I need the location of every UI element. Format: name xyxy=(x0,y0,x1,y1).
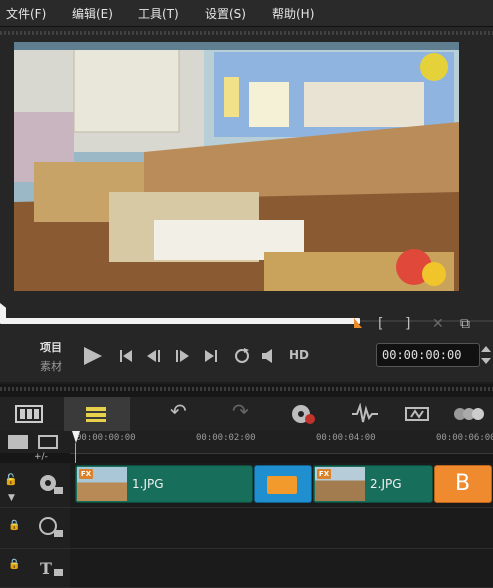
clip-label: 2.JPG xyxy=(370,477,402,491)
go-start-icon xyxy=(120,350,132,362)
timecode-stepper[interactable] xyxy=(480,343,492,367)
overlay-track-header: 🔒 xyxy=(0,508,70,549)
title-track-icon[interactable]: T xyxy=(38,557,66,579)
overlay-track[interactable] xyxy=(70,508,493,549)
video-track-header: 🔓 ▼ xyxy=(0,463,70,508)
auto-music-icon[interactable] xyxy=(403,403,431,425)
timecode-value: 00:00:00:00 xyxy=(382,348,462,362)
undo-icon[interactable]: ↶ xyxy=(170,401,187,421)
repeat-icon xyxy=(235,348,249,363)
clip-label: 1.JPG xyxy=(132,477,164,491)
timeline-icon xyxy=(86,407,106,422)
go-end-icon xyxy=(205,350,217,362)
zoom-toggle[interactable]: +/- xyxy=(34,452,48,462)
transition-clip[interactable] xyxy=(254,465,312,503)
menu-bar: 文件(F) 编辑(E) 工具(T) 设置(S) 帮助(H) xyxy=(0,0,493,27)
prev-frame-icon xyxy=(147,350,160,362)
timeline-view-button[interactable] xyxy=(64,397,130,431)
ruler-tick: 00:00:00:00 xyxy=(76,433,136,443)
mode-clip[interactable]: 素材 xyxy=(40,358,62,374)
classroom-image xyxy=(14,42,459,291)
menu-edit[interactable]: 编辑(E) xyxy=(72,5,113,22)
menu-help[interactable]: 帮助(H) xyxy=(272,5,314,22)
panel-grip[interactable] xyxy=(0,31,493,35)
chevron-down-icon[interactable]: ▼ xyxy=(8,493,15,503)
enlarge-preview-icon[interactable]: ⧉ xyxy=(460,316,470,332)
video-track[interactable]: FX 1.JPG FX 2.JPG B xyxy=(70,463,493,508)
hd-toggle[interactable]: HD xyxy=(289,348,309,362)
zoom-icon[interactable] xyxy=(452,403,486,425)
mark-out-icon[interactable]: ] xyxy=(405,316,410,332)
track-header-top xyxy=(0,431,70,453)
menu-file[interactable]: 文件(F) xyxy=(6,5,46,22)
fx-badge: FX xyxy=(317,469,331,479)
lock-icon[interactable]: 🔒 xyxy=(8,559,20,570)
play-icon xyxy=(84,347,102,365)
transition-clip-b[interactable]: B xyxy=(434,465,492,503)
ruler-tick: 00:00:02:00 xyxy=(196,433,256,443)
title-track[interactable] xyxy=(70,549,493,588)
fx-badge: FX xyxy=(79,469,93,479)
ruler-tick: 00:00:04:00 xyxy=(316,433,376,443)
menu-tools[interactable]: 工具(T) xyxy=(138,5,179,22)
mark-in-icon[interactable]: [ xyxy=(378,316,383,332)
chapter-icon[interactable] xyxy=(38,435,58,449)
lock-icon[interactable]: 🔓 xyxy=(4,473,18,486)
transport-controls xyxy=(84,347,272,365)
menu-settings[interactable]: 设置(S) xyxy=(205,5,246,22)
lock-icon[interactable]: 🔒 xyxy=(8,520,20,531)
next-frame-icon xyxy=(176,350,189,362)
transition-letter: B xyxy=(455,471,471,496)
overlay-track-icon[interactable] xyxy=(38,516,64,538)
timeline-toolbar: ↶ ↷ xyxy=(0,397,493,432)
mode-project[interactable]: 项目 xyxy=(40,339,62,355)
video-track-icon[interactable] xyxy=(38,473,64,495)
storyboard-icon[interactable] xyxy=(14,403,44,425)
timecode-field[interactable]: 00:00:00:00 xyxy=(376,343,480,367)
audio-mix-icon[interactable] xyxy=(350,403,380,425)
scrub-progress[interactable] xyxy=(0,318,360,324)
panel-grip[interactable] xyxy=(0,387,493,391)
track-manager-icon[interactable] xyxy=(8,435,28,449)
folder-icon xyxy=(267,476,297,494)
redo-icon[interactable]: ↷ xyxy=(232,401,249,421)
record-icon[interactable] xyxy=(290,403,316,425)
clip-1[interactable]: FX 1.JPG xyxy=(75,465,253,503)
timeline-ruler[interactable]: 00:00:00:00 00:00:02:00 00:00:04:00 00:0… xyxy=(70,431,493,454)
video-preview xyxy=(14,42,459,291)
clip-2[interactable]: FX 2.JPG xyxy=(313,465,433,503)
title-track-header: 🔒 T xyxy=(0,549,70,588)
volume-icon xyxy=(262,349,272,363)
ruler-tick: 00:00:06:00 xyxy=(436,433,493,443)
cut-icon[interactable]: ✕ xyxy=(432,316,444,332)
svg-text:T: T xyxy=(40,559,52,578)
